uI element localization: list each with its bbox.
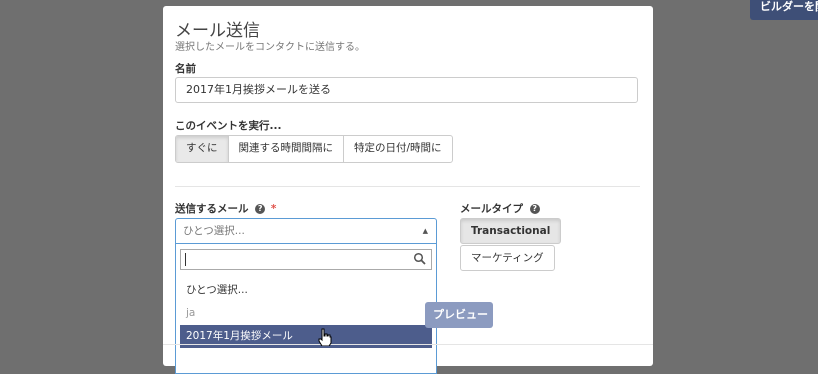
trigger-option-immediately[interactable]: すぐに (176, 136, 228, 162)
dropdown-search-input[interactable] (180, 249, 432, 270)
open-builder-button[interactable]: ビルダーを開く (750, 0, 818, 20)
caret-up-icon: ▲ (422, 227, 428, 235)
email-type-label-row: メールタイプ ? (460, 201, 540, 216)
trigger-label: このイベントを実行... (175, 120, 282, 132)
send-email-label: 送信するメール (175, 203, 249, 215)
search-icon (413, 252, 426, 265)
email-type-transactional[interactable]: Transactional (460, 218, 562, 244)
send-email-modal: メール送信 選択したメールをコンタクトに送信する。 名前 2017年1月挨拶メー… (163, 6, 653, 374)
email-select-dropdown: ひとつ選択... ja 2017年1月挨拶メール (175, 244, 437, 374)
name-input[interactable]: 2017年1月挨拶メールを送る (175, 77, 638, 103)
email-select-placeholder: ひとつ選択... (183, 225, 245, 237)
required-mark: * (270, 203, 277, 215)
help-icon[interactable]: ? (529, 204, 540, 214)
email-type-label: メールタイプ (460, 203, 523, 215)
section-divider (175, 186, 640, 187)
modal-subtitle: 選択したメールをコンタクトに送信する。 (175, 42, 365, 53)
help-icon[interactable]: ? (255, 204, 266, 214)
preview-button[interactable]: プレビュー (425, 302, 493, 328)
email-type-marketing[interactable]: マーケティング (460, 245, 555, 271)
trigger-segmented-control: すぐに 関連する時間間隔に 特定の日付/時間に (175, 135, 453, 163)
dropdown-group-label: ja (186, 307, 196, 319)
trigger-option-interval[interactable]: 関連する時間間隔に (227, 136, 344, 162)
hand-pointer-icon (318, 328, 332, 346)
send-email-label-row: 送信するメール ? * (175, 201, 276, 216)
email-select[interactable]: ひとつ選択... ▲ (175, 218, 437, 244)
footer-divider (163, 344, 653, 345)
text-cursor (185, 253, 186, 266)
trigger-option-datetime[interactable]: 特定の日付/時間に (343, 136, 452, 162)
dropdown-option-placeholder[interactable]: ひとつ選択... (180, 279, 432, 302)
name-label: 名前 (175, 63, 196, 75)
